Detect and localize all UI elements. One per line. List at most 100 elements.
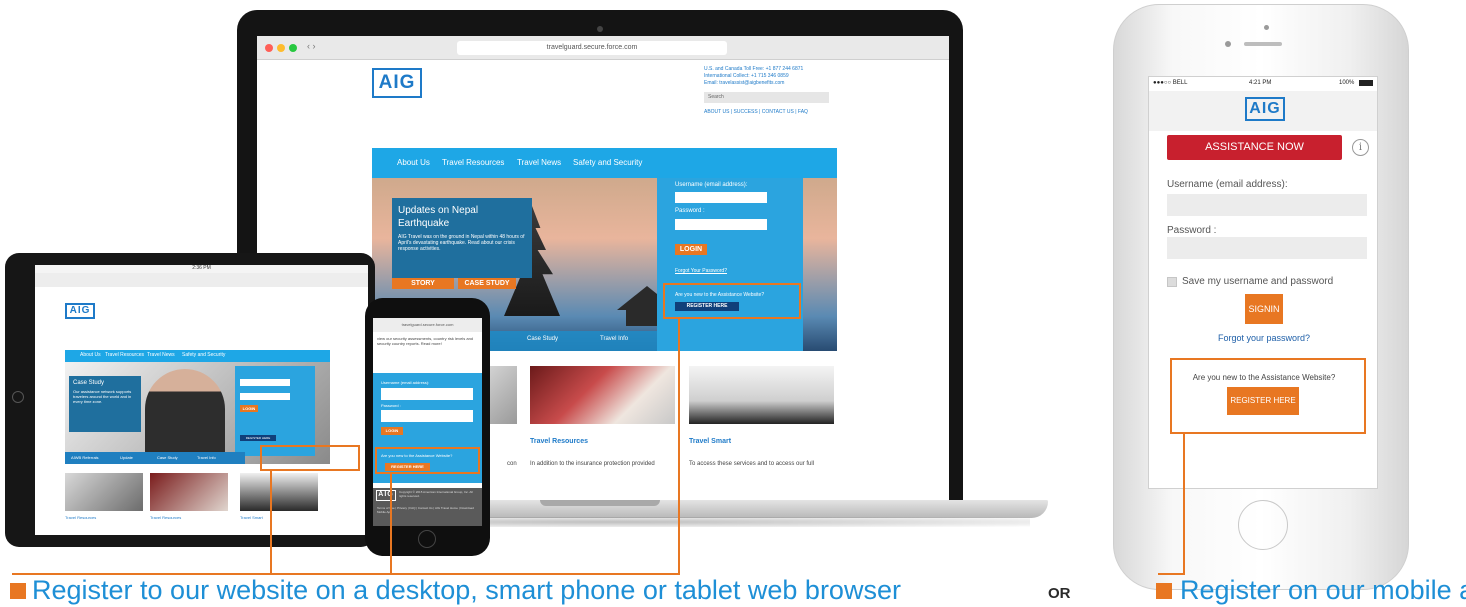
col-travel-smart-text: To access these services and to access o… bbox=[689, 461, 815, 467]
login-button[interactable]: LOGIN bbox=[675, 244, 707, 255]
tablet-nav-news[interactable]: Travel News bbox=[147, 352, 175, 358]
tablet-nav-about[interactable]: About Us bbox=[80, 352, 101, 358]
toll-free-text: U.S. and Canada Toll Free: +1 877 244 68… bbox=[704, 66, 804, 72]
nav-travel-news[interactable]: Travel News bbox=[517, 158, 561, 167]
small-phone-connector-line bbox=[390, 474, 392, 574]
case-study-button[interactable]: CASE STUDY bbox=[458, 278, 516, 289]
close-dot-icon[interactable] bbox=[265, 44, 273, 52]
app-username-field[interactable] bbox=[1167, 194, 1367, 216]
app-forgot-password-link[interactable]: Forgot your password? bbox=[1149, 333, 1377, 343]
tablet-connector-line bbox=[270, 470, 272, 574]
web-bullet-square bbox=[10, 583, 26, 599]
tablet-bar-item-4[interactable]: Travel Info bbox=[197, 455, 216, 460]
app-caption: Register on our mobile app bbox=[1180, 575, 1466, 605]
address-bar[interactable]: travelguard.secure.force.com bbox=[457, 41, 727, 55]
username-label: Username (email address): bbox=[675, 182, 748, 188]
username-field[interactable] bbox=[675, 192, 767, 203]
carrier-signal: ●●●○○ BELL bbox=[1153, 80, 1188, 86]
small-phone-aig-logo[interactable]: AIG bbox=[376, 490, 396, 501]
tablet-bar-item-3[interactable]: Case Study bbox=[157, 455, 178, 460]
back-forward-icon[interactable]: ‹ › bbox=[307, 41, 316, 51]
forgot-password-link[interactable]: Forgot Your Password? bbox=[675, 268, 727, 274]
assistance-now-button[interactable]: ASSISTANCE NOW bbox=[1167, 135, 1342, 160]
tablet-home-button[interactable] bbox=[12, 391, 24, 403]
small-phone-intro: view our security assessments, country r… bbox=[377, 336, 474, 346]
app-connector-line bbox=[1183, 434, 1185, 575]
or-text: OR bbox=[1048, 585, 1071, 602]
minimize-dot-icon[interactable] bbox=[277, 44, 285, 52]
nav-about-us[interactable]: About Us bbox=[397, 158, 430, 167]
small-phone-copyright: Copyright © 2015 American International … bbox=[399, 490, 473, 498]
thumb-3-image bbox=[689, 366, 834, 424]
nav-travel-resources[interactable]: Travel Resources bbox=[442, 158, 504, 167]
tablet-login-button[interactable]: LOGIN bbox=[240, 405, 258, 412]
aig-logo[interactable]: AIG bbox=[372, 68, 422, 98]
tablet-col-1[interactable]: Travel Resources bbox=[65, 515, 96, 520]
tablet-password-field[interactable] bbox=[240, 393, 290, 400]
search-input[interactable]: Search bbox=[704, 92, 829, 103]
iphone-top-sensor bbox=[1264, 25, 1269, 30]
battery-icon bbox=[1359, 80, 1373, 86]
small-phone-login-button[interactable]: LOGIN bbox=[381, 427, 403, 435]
browser-chrome: ‹ › travelguard.secure.force.com bbox=[257, 36, 949, 60]
laptop-notch bbox=[540, 500, 660, 506]
hero-bar-travel-info[interactable]: Travel Info bbox=[600, 336, 628, 342]
story-button[interactable]: STORY bbox=[392, 278, 454, 289]
laptop-connector-line bbox=[678, 318, 680, 574]
tablet-nav-safety[interactable]: Safety and Security bbox=[182, 352, 225, 358]
col-travel-resources-title[interactable]: Travel Resources bbox=[530, 438, 588, 445]
password-label: Password : bbox=[675, 208, 705, 214]
col-travel-smart-title[interactable]: Travel Smart bbox=[689, 438, 731, 445]
small-phone-footer-links[interactable]: Terms of Use | Privacy | FAQ | Contact U… bbox=[377, 506, 477, 514]
battery-text: 100% bbox=[1339, 80, 1355, 86]
web-caption: Register to our website on a desktop, sm… bbox=[32, 575, 901, 605]
tablet-nav-resources[interactable]: Travel Resources bbox=[105, 352, 144, 358]
col-partial-text: con bbox=[507, 461, 517, 467]
tablet-username-field[interactable] bbox=[240, 379, 290, 386]
tablet-bar-item-1[interactable]: AIWB Referrals bbox=[71, 455, 99, 460]
app-password-label: Password : bbox=[1167, 225, 1217, 236]
app-password-field[interactable] bbox=[1167, 237, 1367, 259]
top-links[interactable]: ABOUT US | SUCCESS | CONTACT US | FAQ bbox=[704, 109, 808, 115]
tablet-aig-logo[interactable]: AIG bbox=[65, 303, 95, 319]
iphone-speaker bbox=[1244, 42, 1282, 46]
nav-safety-security[interactable]: Safety and Security bbox=[573, 158, 642, 167]
save-credentials-checkbox[interactable] bbox=[1167, 277, 1177, 287]
app-bullet-square bbox=[1156, 583, 1172, 599]
small-phone-password-label: Password : bbox=[381, 403, 401, 408]
app-username-label: Username (email address): bbox=[1167, 179, 1288, 190]
app-header: AIG bbox=[1149, 91, 1377, 131]
password-field[interactable] bbox=[675, 219, 767, 230]
hero-bar-case-study[interactable]: Case Study bbox=[527, 336, 558, 342]
maximize-dot-icon[interactable] bbox=[289, 44, 297, 52]
businessman-image bbox=[145, 369, 225, 459]
signin-button[interactable]: SIGNIN bbox=[1245, 294, 1283, 324]
tablet-case-card: Case Study Our assistance network suppor… bbox=[69, 376, 141, 432]
small-phone-url[interactable]: travelguard.secure.force.com bbox=[373, 318, 482, 332]
tablet-thumb-2 bbox=[150, 473, 228, 511]
tablet-register-button[interactable]: REGISTER HERE bbox=[240, 435, 276, 441]
laptop-camera bbox=[597, 26, 603, 32]
tablet-case-title: Case Study bbox=[73, 380, 105, 386]
app-register-frame bbox=[1170, 358, 1366, 434]
thumb-2-image bbox=[530, 366, 675, 424]
register-highlight-frame bbox=[663, 283, 801, 319]
small-phone-home-button[interactable] bbox=[418, 530, 436, 548]
update-title: Updates on Nepal Earthquake bbox=[398, 205, 479, 229]
email-text: Email: travelassist@aigbenefits.com bbox=[704, 80, 785, 86]
tablet-thumb-1 bbox=[65, 473, 143, 511]
app-status-bar: ●●●○○ BELL 4:21 PM 100% bbox=[1149, 77, 1377, 91]
col-travel-resources-text: In addition to the insurance protection … bbox=[530, 461, 655, 467]
small-phone-password-field[interactable] bbox=[381, 410, 473, 422]
small-phone-username-field[interactable] bbox=[381, 388, 473, 400]
tablet-col-3[interactable]: Travel Smart bbox=[240, 515, 263, 520]
tablet-col-2[interactable]: Travel Resources bbox=[150, 515, 181, 520]
iphone-front-camera bbox=[1225, 41, 1231, 47]
tablet-status-bar: 2:36 PM bbox=[35, 265, 368, 273]
tablet-bar-item-2[interactable]: Update bbox=[120, 455, 133, 460]
info-icon[interactable]: i bbox=[1352, 139, 1369, 156]
save-credentials-label: Save my username and password bbox=[1182, 276, 1334, 287]
iphone-home-button[interactable] bbox=[1238, 500, 1288, 550]
update-text: AIG Travel was on the ground in Nepal wi… bbox=[398, 234, 525, 252]
small-phone-username-label: Username (email address): bbox=[381, 380, 430, 385]
